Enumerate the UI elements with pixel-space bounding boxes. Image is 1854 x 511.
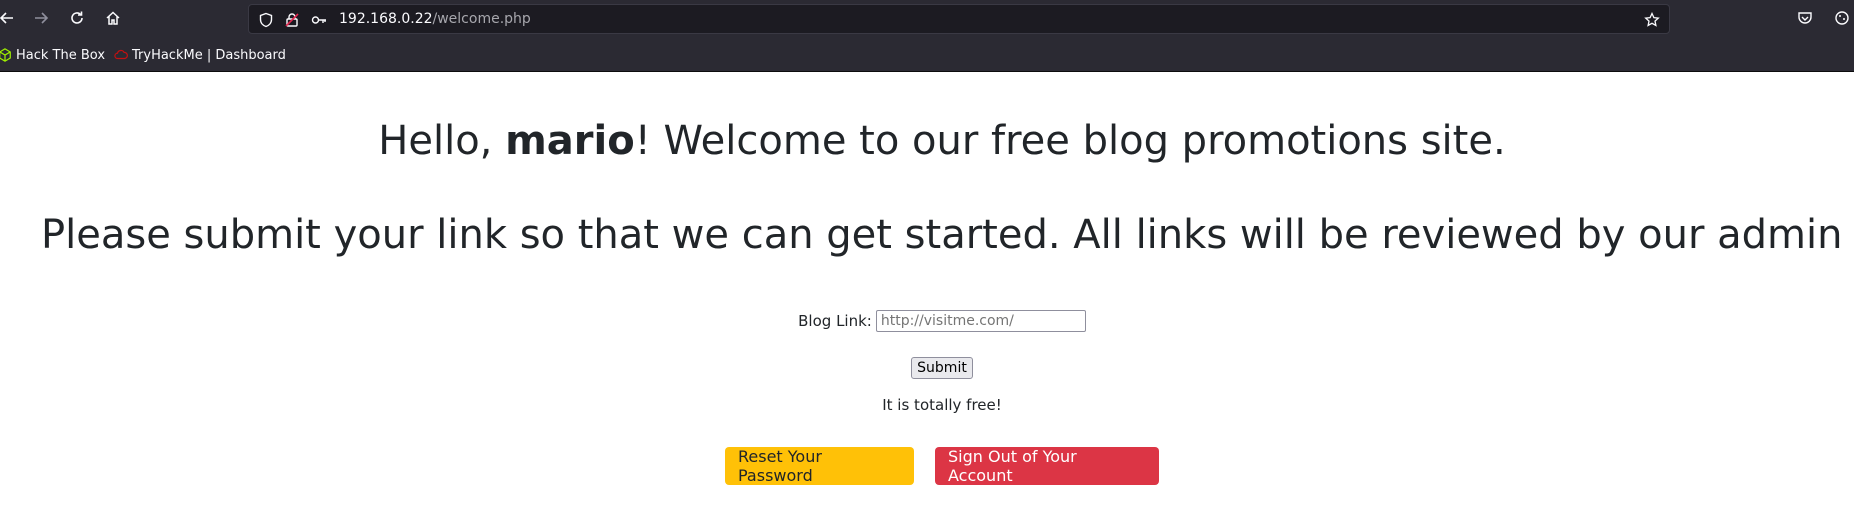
submit-button[interactable]: Submit (911, 357, 973, 379)
home-icon (106, 11, 120, 25)
blog-link-input[interactable] (875, 310, 1086, 332)
blog-link-label: Blog Link: (798, 312, 872, 330)
url-text[interactable]: 192.168.0.22/welcome.php (339, 11, 531, 27)
url-host: 192.168.0.22 (339, 11, 433, 27)
instructions-heading: Please submit your link so that we can g… (41, 212, 1843, 258)
bookmark-hack-the-box[interactable]: Hack The Box (0, 46, 105, 64)
home-button[interactable] (102, 7, 124, 29)
bookmark-star-icon[interactable] (1643, 11, 1661, 29)
username: mario (505, 118, 635, 164)
key-icon[interactable] (310, 11, 328, 29)
shield-icon[interactable] (257, 11, 275, 29)
reload-icon (71, 11, 83, 24)
reset-password-button[interactable]: Reset Your Password (725, 447, 914, 485)
back-button[interactable] (0, 7, 18, 29)
cube-icon (0, 48, 11, 62)
insecure-lock-icon[interactable] (283, 11, 301, 29)
pocket-button[interactable] (1794, 7, 1816, 29)
url-bar[interactable]: 192.168.0.22/welcome.php (248, 4, 1670, 34)
free-note: It is totally free! (882, 396, 1002, 414)
pocket-icon (1798, 12, 1812, 24)
url-path: /welcome.php (432, 11, 531, 27)
bookmark-label: Hack The Box (16, 47, 106, 63)
bookmark-label: TryHackMe | Dashboard (132, 47, 286, 63)
cloud-icon (114, 49, 128, 60)
back-arrow-icon (0, 12, 13, 24)
submit-wrap: Submit (0, 357, 1854, 379)
extensions-button[interactable] (1831, 7, 1853, 29)
greeting-suffix: ! Welcome to our free blog promotions si… (634, 118, 1506, 164)
reload-button[interactable] (66, 7, 88, 29)
greeting-prefix: Hello, (378, 118, 506, 164)
blog-link-row: Blog Link: (0, 310, 1854, 332)
bookmark-tryhackme[interactable]: TryHackMe | Dashboard (114, 46, 286, 64)
bookmarks-bar: Hack The Box TryHackMe | Dashboard (0, 37, 1854, 72)
page-content: Hello, mario! Welcome to our free blog p… (0, 72, 1854, 511)
forward-button[interactable] (30, 7, 52, 29)
forward-arrow-icon (35, 12, 49, 24)
account-actions: Reset Your Password Sign Out of Your Acc… (725, 447, 1159, 485)
sign-out-button[interactable]: Sign Out of Your Account (935, 447, 1159, 485)
browser-toolbar: 192.168.0.22/welcome.php (0, 0, 1854, 37)
welcome-heading: Hello, mario! Welcome to our free blog p… (0, 118, 1854, 164)
cookie-icon (1835, 11, 1849, 25)
